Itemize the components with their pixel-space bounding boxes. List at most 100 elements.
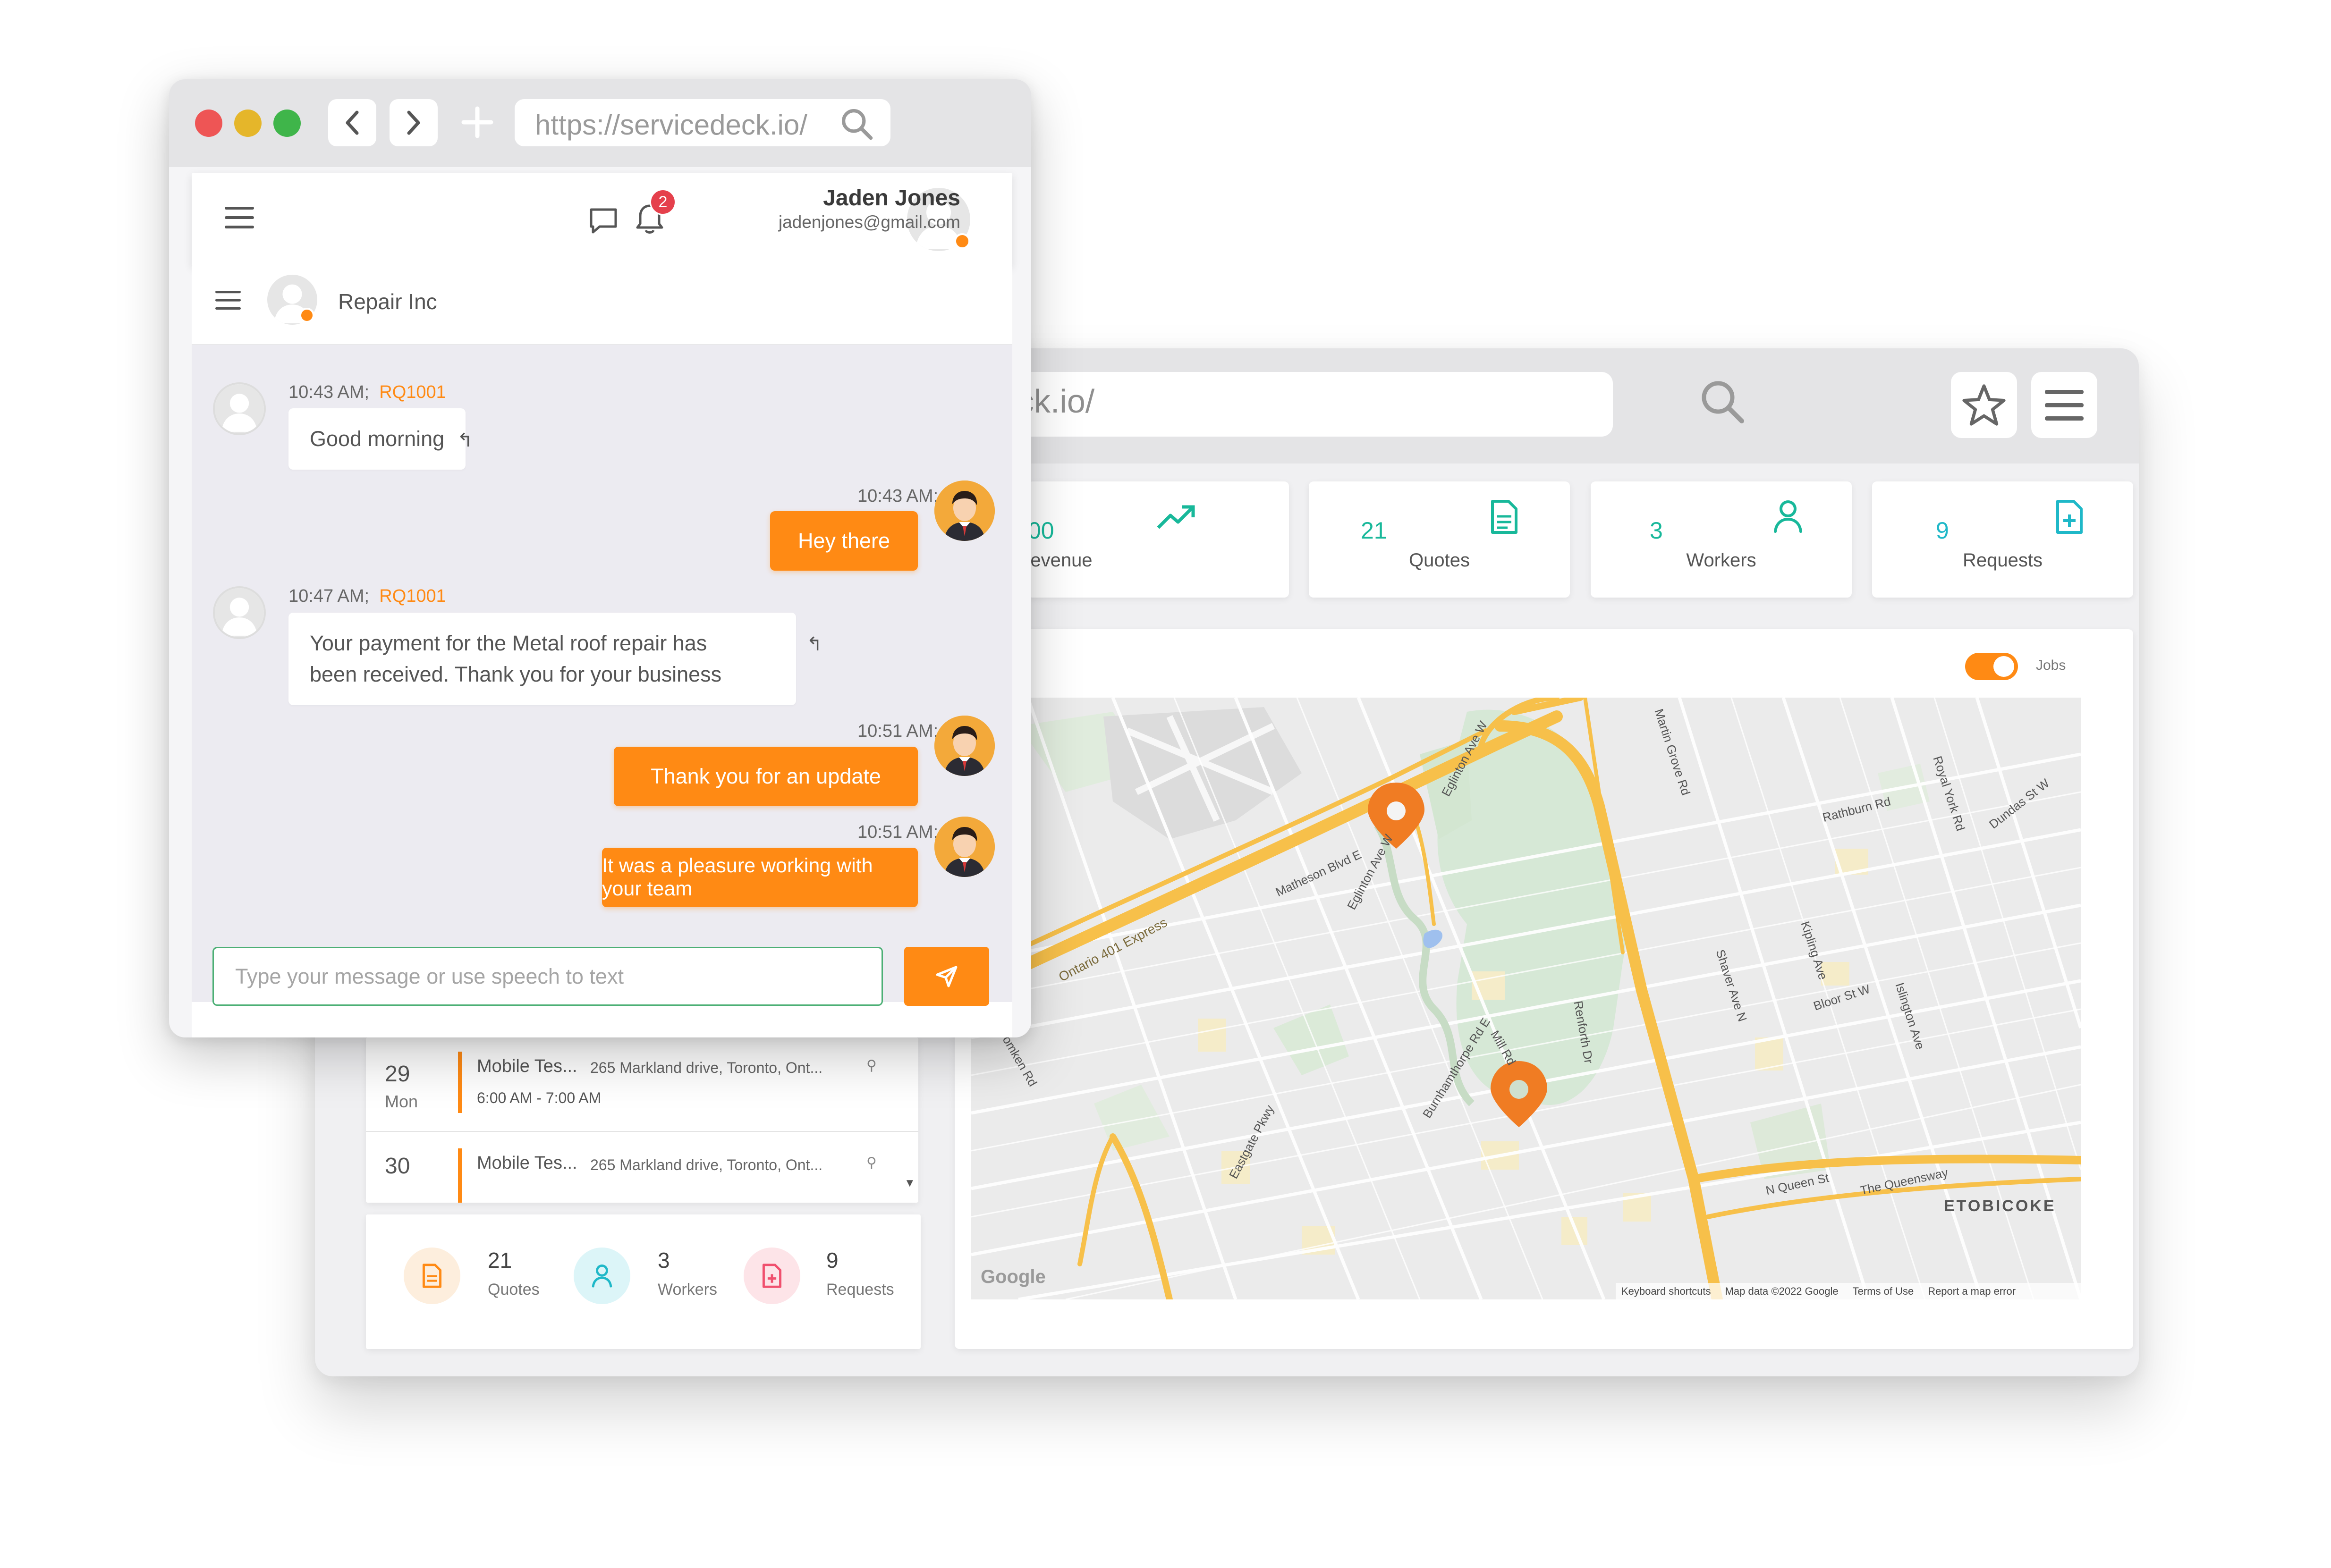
schedule-bar	[458, 1052, 462, 1113]
message-input[interactable]	[212, 947, 883, 1006]
schedule-item[interactable]: 30 Mobile Tes... 265 Markland drive, Tor…	[366, 1132, 918, 1203]
businessman-icon	[934, 716, 995, 776]
stat-value: 3	[1650, 517, 1663, 544]
trend-up-icon	[1155, 500, 1198, 536]
map-footer-shortcuts[interactable]: Keyboard shortcuts	[1621, 1285, 1711, 1298]
document-add-icon	[2055, 499, 2084, 537]
message-bubble-in: Your payment for the Metal roof repair h…	[288, 613, 796, 705]
chat-menu-button[interactable]	[215, 290, 241, 313]
forward-button[interactable]	[390, 99, 438, 146]
schedule-day: 30	[385, 1154, 410, 1179]
summary-label: Workers	[658, 1281, 717, 1298]
message-time: 10:43 AM;	[288, 382, 370, 402]
google-logo: Google	[981, 1266, 1046, 1287]
search-icon[interactable]	[1698, 378, 1746, 427]
self-avatar	[934, 481, 995, 541]
presence-dot	[299, 308, 314, 323]
window-minimize-button[interactable]	[234, 110, 262, 137]
reply-icon[interactable]: ↰	[457, 430, 473, 451]
chat-title: Repair Inc	[338, 289, 437, 314]
back-button[interactable]	[328, 99, 376, 146]
window-close-button[interactable]	[195, 110, 222, 137]
workers-summary-icon	[574, 1248, 630, 1304]
message-meta: 10:47 AM; RQ1001	[288, 586, 446, 607]
stat-value: 9	[1936, 517, 1949, 544]
map-card: Jobs ETOBICOKE Ontario 401 Express Eglin…	[955, 629, 2133, 1349]
schedule-item[interactable]: 29 Mon Mobile Tes... 265 Markland drive,…	[366, 1037, 918, 1132]
jobs-toggle-label: Jobs	[2036, 658, 2066, 673]
businessman-icon	[934, 481, 995, 541]
self-avatar	[934, 817, 995, 877]
schedule-bar	[458, 1148, 462, 1203]
chat-input-bar	[192, 1002, 1012, 1037]
summary-card: 21 Quotes 3 Workers 9 Requests	[366, 1214, 921, 1349]
schedule-address: 265 Markland drive, Toronto, Ont...	[590, 1059, 823, 1076]
message-bubble-out: It was a pleasure working with your team	[602, 848, 918, 907]
schedule-time: 6:00 AM - 7:00 AM	[477, 1089, 602, 1106]
message-text: Good morning	[310, 427, 445, 451]
stat-card-revenue[interactable]: 00 Revenue	[1017, 481, 1289, 598]
quotes-summary-icon	[404, 1248, 460, 1304]
chat-bubble-icon	[590, 208, 617, 234]
browser-menu-button[interactable]	[2031, 372, 2097, 438]
link-icon[interactable]: ⚲	[866, 1155, 877, 1171]
map-footer-report[interactable]: Report a map error	[1928, 1285, 2016, 1298]
chevron-left-icon	[346, 110, 359, 135]
new-tab-button[interactable]	[461, 106, 494, 141]
stat-card-requests[interactable]: 9 Requests	[1872, 481, 2133, 598]
message-text: Your payment for the Metal roof repair h…	[310, 631, 707, 655]
message-ref[interactable]: RQ1001	[379, 382, 446, 402]
main-menu-button[interactable]	[225, 206, 254, 232]
stat-label: Requests	[1963, 550, 2043, 571]
message-bubble-in: Good morning	[288, 408, 466, 470]
hamburger-icon	[215, 290, 241, 310]
sender-avatar	[213, 382, 266, 435]
stat-card-workers[interactable]: 3 Workers	[1591, 481, 1852, 598]
message-text: been received. Thank you for your busine…	[310, 662, 722, 686]
user-icon	[1772, 499, 1804, 536]
stat-label: Quotes	[1409, 550, 1470, 571]
send-button[interactable]	[904, 947, 989, 1006]
notifications-button[interactable]: 2	[635, 189, 676, 238]
message-meta: 10:43 AM; RQ1001	[288, 382, 446, 403]
hamburger-icon	[2045, 390, 2084, 421]
chat-messages: 10:43 AM; RQ1001 Good morning ↰ 10:43 AM…	[192, 345, 1012, 1002]
document-icon	[1490, 499, 1519, 537]
message-meta: 10:51 AM;	[857, 721, 939, 741]
message-meta: 10:43 AM;	[857, 486, 939, 506]
map-view[interactable]: ETOBICOKE Ontario 401 Express Eglinton A…	[971, 698, 2081, 1299]
plus-icon	[461, 106, 493, 138]
businessman-icon	[934, 817, 995, 877]
summary-value: 21	[488, 1248, 512, 1273]
message-meta: 10:51 AM;	[857, 822, 939, 842]
search-icon[interactable]	[839, 107, 873, 143]
user-email: jadenjones@gmail.com	[778, 212, 960, 232]
schedule-list: 29 Mon Mobile Tes... 265 Markland drive,…	[366, 1037, 918, 1203]
presence-dot	[954, 233, 970, 249]
stat-card-quotes[interactable]: 21 Quotes	[1309, 481, 1570, 598]
message-bubble-out: Thank you for an update	[614, 747, 918, 806]
message-time: 10:47 AM;	[288, 586, 370, 606]
message-ref[interactable]: RQ1001	[379, 586, 446, 606]
schedule-address: 265 Markland drive, Toronto, Ont...	[590, 1156, 823, 1173]
schedule-title: Mobile Tes...	[477, 1153, 577, 1173]
bookmark-star-button[interactable]	[1951, 372, 2017, 438]
scroll-down-icon[interactable]: ▼	[904, 1177, 915, 1190]
jobs-toggle[interactable]	[1965, 653, 2018, 680]
link-icon[interactable]: ⚲	[866, 1057, 877, 1074]
reply-icon[interactable]: ↰	[806, 633, 822, 655]
toggle-knob	[1993, 656, 2014, 677]
avatar-placeholder-icon	[215, 384, 264, 433]
map-graphic	[971, 698, 2081, 1299]
chat-url-text: https://servicedeck.io/	[535, 109, 807, 141]
notification-badge: 2	[650, 189, 676, 215]
self-avatar	[934, 716, 995, 776]
summary-label: Requests	[826, 1281, 894, 1298]
stat-value: 21	[1361, 517, 1387, 544]
messages-button[interactable]	[588, 206, 619, 238]
map-footer-terms[interactable]: Terms of Use	[1853, 1285, 1914, 1298]
chevron-right-icon	[407, 110, 420, 135]
window-maximize-button[interactable]	[273, 110, 301, 137]
summary-value: 9	[826, 1248, 839, 1273]
chat-header: Repair Inc	[192, 266, 1012, 345]
